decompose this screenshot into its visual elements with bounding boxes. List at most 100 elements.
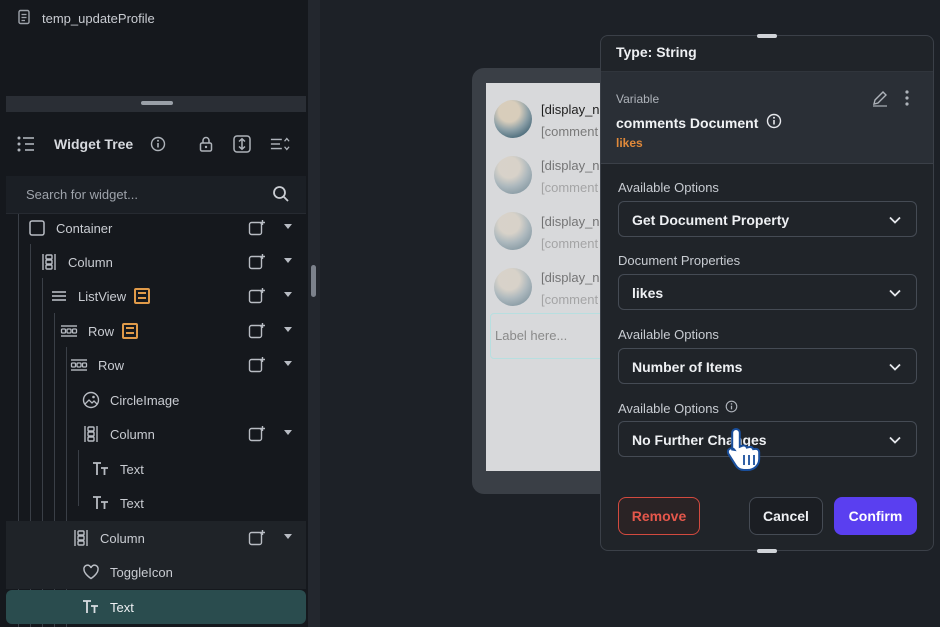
chevron-down-icon — [888, 286, 902, 305]
tree-item[interactable]: ListView — [6, 279, 306, 313]
chevron-down-icon — [888, 360, 902, 379]
edit-pencil-icon[interactable] — [871, 89, 889, 112]
listview-icon — [50, 287, 68, 305]
comment-text: [comment — [541, 292, 599, 307]
add-child-icon[interactable] — [248, 253, 266, 271]
tree-item[interactable]: Text — [6, 486, 306, 520]
left-panel: temp_updateProfile Widget Tree Search fo… — [0, 0, 308, 627]
available-options-dropdown[interactable]: Number of Items — [618, 348, 917, 384]
row-icon — [70, 356, 88, 374]
info-icon[interactable] — [725, 400, 738, 416]
tree-item[interactable]: Column — [6, 417, 306, 451]
section-label: Available Options — [618, 180, 719, 195]
tree-item[interactable]: ToggleIcon — [6, 555, 306, 589]
expand-caret-icon[interactable] — [284, 292, 292, 297]
label-text-field[interactable]: Label here... — [490, 313, 606, 359]
add-child-icon[interactable] — [248, 287, 266, 305]
widget-tree-header: Widget Tree — [6, 112, 306, 176]
sort-menu-icon[interactable] — [270, 134, 290, 154]
tree-item-label: Column — [110, 426, 155, 442]
tree-item[interactable]: Row — [6, 348, 306, 382]
tree-item-label: ToggleIcon — [110, 564, 173, 580]
section-label: Document Properties — [618, 253, 741, 268]
cancel-button[interactable]: Cancel — [749, 497, 823, 535]
widget-tree: Container Column ListView Row Row Circle… — [6, 214, 306, 627]
column-icon — [72, 529, 90, 547]
expand-caret-icon[interactable] — [284, 258, 292, 263]
display-name-text: [display_n — [541, 102, 600, 117]
heart-icon — [82, 563, 100, 581]
panel-splitter[interactable] — [6, 96, 306, 112]
comment-text: [comment — [541, 180, 599, 195]
tree-item[interactable]: Row — [6, 314, 306, 348]
add-child-icon[interactable] — [248, 219, 266, 237]
display-name-text: [display_n — [541, 270, 600, 285]
splitter-grip[interactable] — [141, 101, 173, 105]
add-child-icon[interactable] — [248, 529, 266, 547]
type-header: Type: String — [601, 36, 933, 72]
expand-caret-icon[interactable] — [284, 430, 292, 435]
info-icon[interactable] — [766, 113, 782, 132]
variable-card[interactable]: Variable comments Document likes — [601, 72, 933, 164]
tree-item[interactable]: CircleImage — [6, 383, 306, 417]
tree-item-label: Column — [100, 530, 145, 546]
generated-children-icon — [134, 288, 151, 304]
file-item[interactable]: temp_updateProfile — [16, 9, 155, 28]
tree-item[interactable]: Column — [6, 245, 306, 279]
comment-row[interactable]: [display_n [comment — [486, 147, 606, 203]
avatar — [494, 268, 532, 306]
column-icon — [40, 253, 58, 271]
expand-vertical-icon[interactable] — [232, 134, 252, 154]
avatar — [494, 212, 532, 250]
add-child-icon[interactable] — [248, 356, 266, 374]
text-icon — [92, 460, 110, 478]
dropdown-value: Number of Items — [632, 359, 743, 375]
available-options-dropdown[interactable]: Get Document Property — [618, 201, 917, 237]
tree-item-label: CircleImage — [110, 392, 180, 408]
variable-name-row: comments Document — [616, 113, 782, 132]
type-label: Type: String — [616, 44, 697, 60]
expand-caret-icon[interactable] — [284, 327, 292, 332]
info-icon[interactable] — [148, 134, 168, 154]
text-icon — [92, 494, 110, 512]
confirm-button[interactable]: Confirm — [834, 497, 917, 535]
comment-text: [comment — [541, 124, 599, 139]
comment-row[interactable]: [display_n [comment — [486, 259, 606, 315]
variable-caption: Variable — [616, 92, 660, 106]
text-icon — [82, 598, 100, 616]
popup-bottom-handle[interactable] — [757, 549, 777, 553]
scrollbar-thumb[interactable] — [311, 265, 316, 297]
section-label: Available Options — [618, 400, 719, 416]
tree-item[interactable]: Container — [6, 214, 306, 245]
add-child-icon[interactable] — [248, 425, 266, 443]
widget-search[interactable]: Search for widget... — [6, 176, 306, 214]
tree-item[interactable]: Column — [6, 521, 306, 555]
document-icon — [16, 9, 32, 28]
column-icon — [82, 425, 100, 443]
generated-children-icon — [122, 323, 139, 339]
expand-caret-icon[interactable] — [284, 534, 292, 539]
chevron-down-icon — [888, 433, 902, 452]
tree-item-label: Text — [120, 461, 144, 477]
document-properties-dropdown[interactable]: likes — [618, 274, 917, 310]
remove-button[interactable]: Remove — [618, 497, 700, 535]
comment-row[interactable]: [display_n [comment — [486, 91, 606, 147]
add-child-icon[interactable] — [248, 322, 266, 340]
dropdown-value: likes — [632, 285, 664, 301]
more-vertical-icon[interactable] — [903, 89, 911, 112]
expand-caret-icon[interactable] — [284, 361, 292, 366]
panel-scrollbar[interactable] — [308, 0, 320, 627]
variable-name: comments Document — [616, 114, 759, 131]
tree-item[interactable]: Text — [6, 452, 306, 486]
search-icon[interactable] — [272, 185, 290, 208]
tree-item-selected[interactable]: Text — [6, 590, 306, 624]
canvas-screen[interactable]: [display_n [comment [display_n [comment … — [486, 83, 606, 471]
display-name-text: [display_n — [541, 214, 600, 229]
avatar — [494, 100, 532, 138]
lock-icon[interactable] — [196, 134, 216, 154]
comment-row[interactable]: [display_n [comment — [486, 203, 606, 259]
dropdown-value: Get Document Property — [632, 212, 790, 228]
tree-item-label: Container — [56, 220, 113, 236]
expand-caret-icon[interactable] — [284, 224, 292, 229]
circle-image-icon — [82, 391, 100, 409]
